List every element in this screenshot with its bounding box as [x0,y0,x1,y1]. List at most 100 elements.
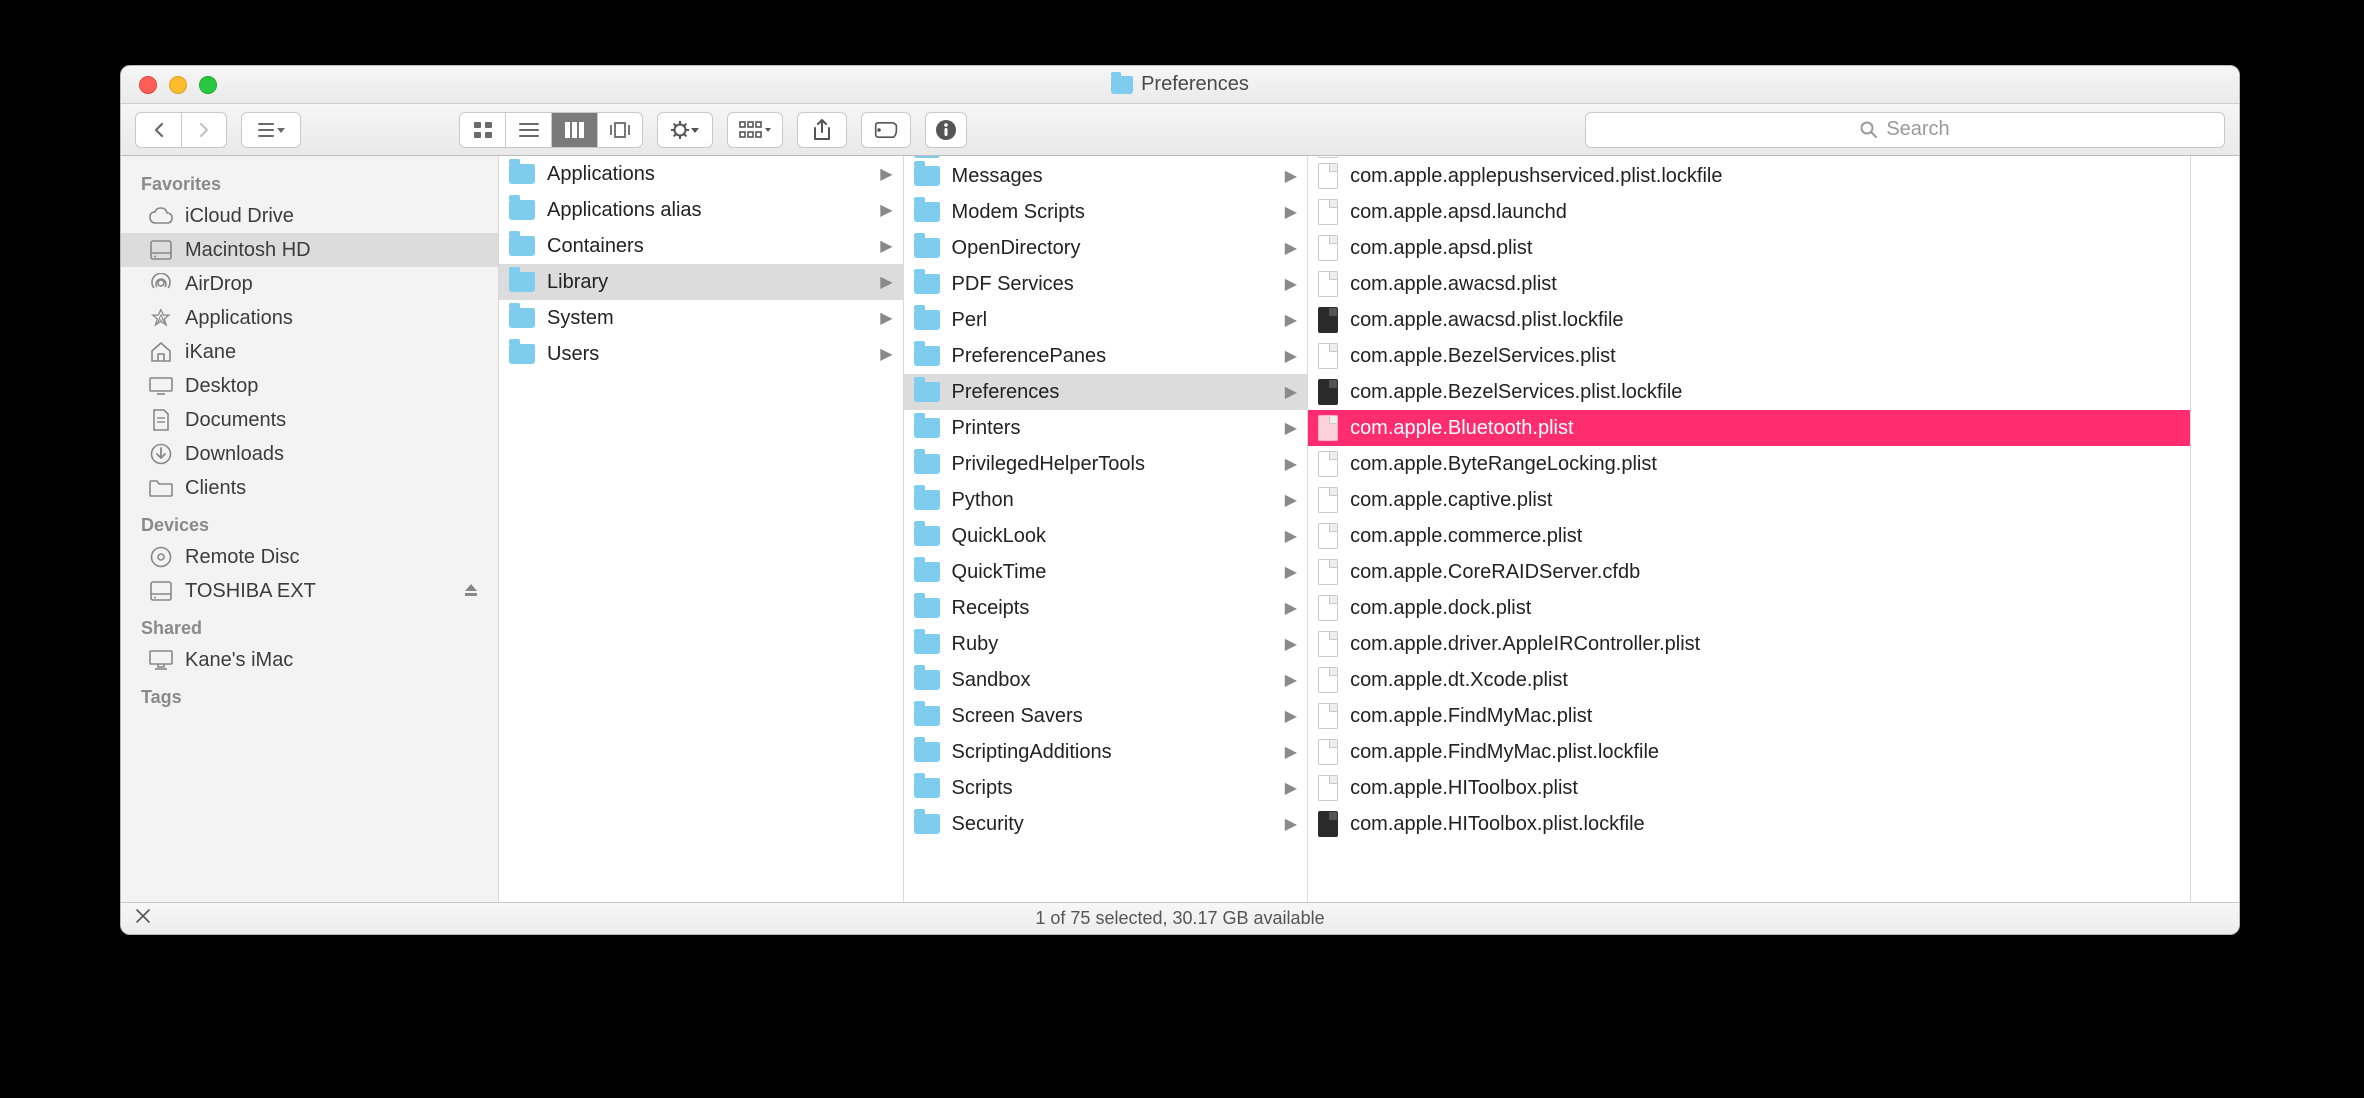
hdd-icon [149,238,173,262]
sidebar-item-remote-disc[interactable]: Remote Disc [121,540,498,574]
folder-row-python[interactable]: Python▶ [904,482,1308,518]
file-row-com-apple-commerce-plist[interactable]: com.apple.commerce.plist [1308,518,2190,554]
group-menu[interactable] [727,112,783,148]
file-row-com-apple-dt-xcode-plist[interactable]: com.apple.dt.Xcode.plist [1308,662,2190,698]
folder-row-quicklook[interactable]: QuickLook▶ [904,518,1308,554]
path-toggle-icon[interactable] [135,908,151,929]
group-icon [739,121,771,139]
sidebar-item-macintosh-hd[interactable]: Macintosh HD [121,233,498,267]
file-row-com-apple-driver-appleircontroller-plist[interactable]: com.apple.driver.AppleIRController.plist [1308,626,2190,662]
file-row-com-apple-byterangelocking-plist[interactable]: com.apple.ByteRangeLocking.plist [1308,446,2190,482]
sidebar-section-header: Favorites [121,164,498,199]
tag-icon [873,121,899,139]
title-bar[interactable]: Preferences [121,66,2239,104]
sidebar-item-ikane[interactable]: iKane [121,335,498,369]
file-icon [1318,739,1338,765]
sidebar-item-airdrop[interactable]: AirDrop [121,267,498,301]
file-row-com-apple-awacsd-plist[interactable]: com.apple.awacsd.plist [1308,266,2190,302]
action-menu[interactable] [657,112,713,148]
column-2[interactable]: Logs▶Messages▶Modem Scripts▶OpenDirector… [904,156,1309,902]
file-icon [1318,631,1338,657]
folder-row-privilegedhelpertools[interactable]: PrivilegedHelperTools▶ [904,446,1308,482]
sidebar-item-downloads[interactable]: Downloads [121,437,498,471]
folder-row-printers[interactable]: Printers▶ [904,410,1308,446]
folder-row-containers[interactable]: Containers▶ [499,228,903,264]
row-label: com.apple.dt.Xcode.plist [1350,669,1568,692]
sidebar-item-toshiba-ext[interactable]: TOSHIBA EXT [121,574,498,608]
folder-row-preferences[interactable]: Preferences▶ [904,374,1308,410]
file-row-com-apple-dock-plist[interactable]: com.apple.dock.plist [1308,590,2190,626]
row-label: Applications [547,163,655,186]
file-row-com-apple-findmymac-plist[interactable]: com.apple.FindMyMac.plist [1308,698,2190,734]
folder-icon [914,202,940,222]
folder-row-scripts[interactable]: Scripts▶ [904,770,1308,806]
close-button[interactable] [139,76,157,94]
file-row-com-apple-coreraidserver-cfdb[interactable]: com.apple.CoreRAIDServer.cfdb [1308,554,2190,590]
list-view-button[interactable] [505,112,551,148]
chevron-right-icon: ▶ [1285,706,1297,726]
row-label: ScriptingAdditions [952,741,1112,764]
eject-icon[interactable] [464,580,478,603]
folder-row-perl[interactable]: Perl▶ [904,302,1308,338]
file-row-com-apple-captive-plist[interactable]: com.apple.captive.plist [1308,482,2190,518]
chevron-right-icon: ▶ [1285,346,1297,366]
folder-row-preferencepanes[interactable]: PreferencePanes▶ [904,338,1308,374]
info-button[interactable] [925,112,967,148]
forward-button[interactable] [181,112,227,148]
sidebar-item-clients[interactable]: Clients [121,471,498,505]
sidebar[interactable]: FavoritesiCloud DriveMacintosh HDAirDrop… [121,156,499,902]
list-icon [519,122,539,138]
folder-row-system[interactable]: System▶ [499,300,903,336]
file-row-com-apple-hitoolbox-plist[interactable]: com.apple.HIToolbox.plist [1308,770,2190,806]
folder-icon [509,236,535,256]
arrange-menu[interactable] [241,112,301,148]
column-view-button[interactable] [551,112,597,148]
row-label: Security [952,813,1024,836]
folder-row-receipts[interactable]: Receipts▶ [904,590,1308,626]
tags-button[interactable] [861,112,911,148]
file-row-com-apple-apsd-launchd[interactable]: com.apple.apsd.launchd [1308,194,2190,230]
share-button[interactable] [797,112,847,148]
folder-row-modem-scripts[interactable]: Modem Scripts▶ [904,194,1308,230]
status-bar: 1 of 75 selected, 30.17 GB available [121,902,2239,934]
folder-row-scriptingadditions[interactable]: ScriptingAdditions▶ [904,734,1308,770]
file-row-com-apple-hitoolbox-plist-lockfile[interactable]: com.apple.HIToolbox.plist.lockfile [1308,806,2190,842]
folder-row-sandbox[interactable]: Sandbox▶ [904,662,1308,698]
zoom-button[interactable] [199,76,217,94]
sidebar-item-label: Kane's iMac [185,649,293,672]
folder-row-ruby[interactable]: Ruby▶ [904,626,1308,662]
sidebar-item-applications[interactable]: AApplications [121,301,498,335]
cloud-icon [149,204,173,228]
column-1[interactable]: Applications▶Applications alias▶Containe… [499,156,904,902]
file-row-com-apple-bluetooth-plist[interactable]: com.apple.Bluetooth.plist [1308,410,2190,446]
sidebar-item-kane-s-imac[interactable]: Kane's iMac [121,643,498,677]
sidebar-section-header: Tags [121,677,498,712]
folder-row-applications[interactable]: Applications▶ [499,156,903,192]
folder-row-users[interactable]: Users▶ [499,336,903,372]
coverflow-view-button[interactable] [597,112,643,148]
folder-row-pdf-services[interactable]: PDF Services▶ [904,266,1308,302]
file-row-com-apple-bezelservices-plist[interactable]: com.apple.BezelServices.plist [1308,338,2190,374]
column-3[interactable]: com.apple.applepushserviced.plistcom.app… [1308,156,2191,902]
icon-view-button[interactable] [459,112,505,148]
folder-row-library[interactable]: Library▶ [499,264,903,300]
row-label: com.apple.FindMyMac.plist.lockfile [1350,741,1659,764]
file-row-com-apple-applepushserviced-plist-lockfile[interactable]: com.apple.applepushserviced.plist.lockfi… [1308,158,2190,194]
sidebar-item-documents[interactable]: Documents [121,403,498,437]
back-button[interactable] [135,112,181,148]
file-row-com-apple-findmymac-plist-lockfile[interactable]: com.apple.FindMyMac.plist.lockfile [1308,734,2190,770]
file-row-com-apple-awacsd-plist-lockfile[interactable]: com.apple.awacsd.plist.lockfile [1308,302,2190,338]
chevron-right-icon: ▶ [1285,454,1297,474]
folder-row-applications-alias[interactable]: Applications alias▶ [499,192,903,228]
folder-row-quicktime[interactable]: QuickTime▶ [904,554,1308,590]
sidebar-item-icloud-drive[interactable]: iCloud Drive [121,199,498,233]
search-field[interactable]: Search [1585,112,2225,148]
folder-row-security[interactable]: Security▶ [904,806,1308,842]
minimize-button[interactable] [169,76,187,94]
folder-row-screen-savers[interactable]: Screen Savers▶ [904,698,1308,734]
file-row-com-apple-bezelservices-plist-lockfile[interactable]: com.apple.BezelServices.plist.lockfile [1308,374,2190,410]
file-row-com-apple-apsd-plist[interactable]: com.apple.apsd.plist [1308,230,2190,266]
folder-row-opendirectory[interactable]: OpenDirectory▶ [904,230,1308,266]
sidebar-item-desktop[interactable]: Desktop [121,369,498,403]
folder-row-messages[interactable]: Messages▶ [904,158,1308,194]
